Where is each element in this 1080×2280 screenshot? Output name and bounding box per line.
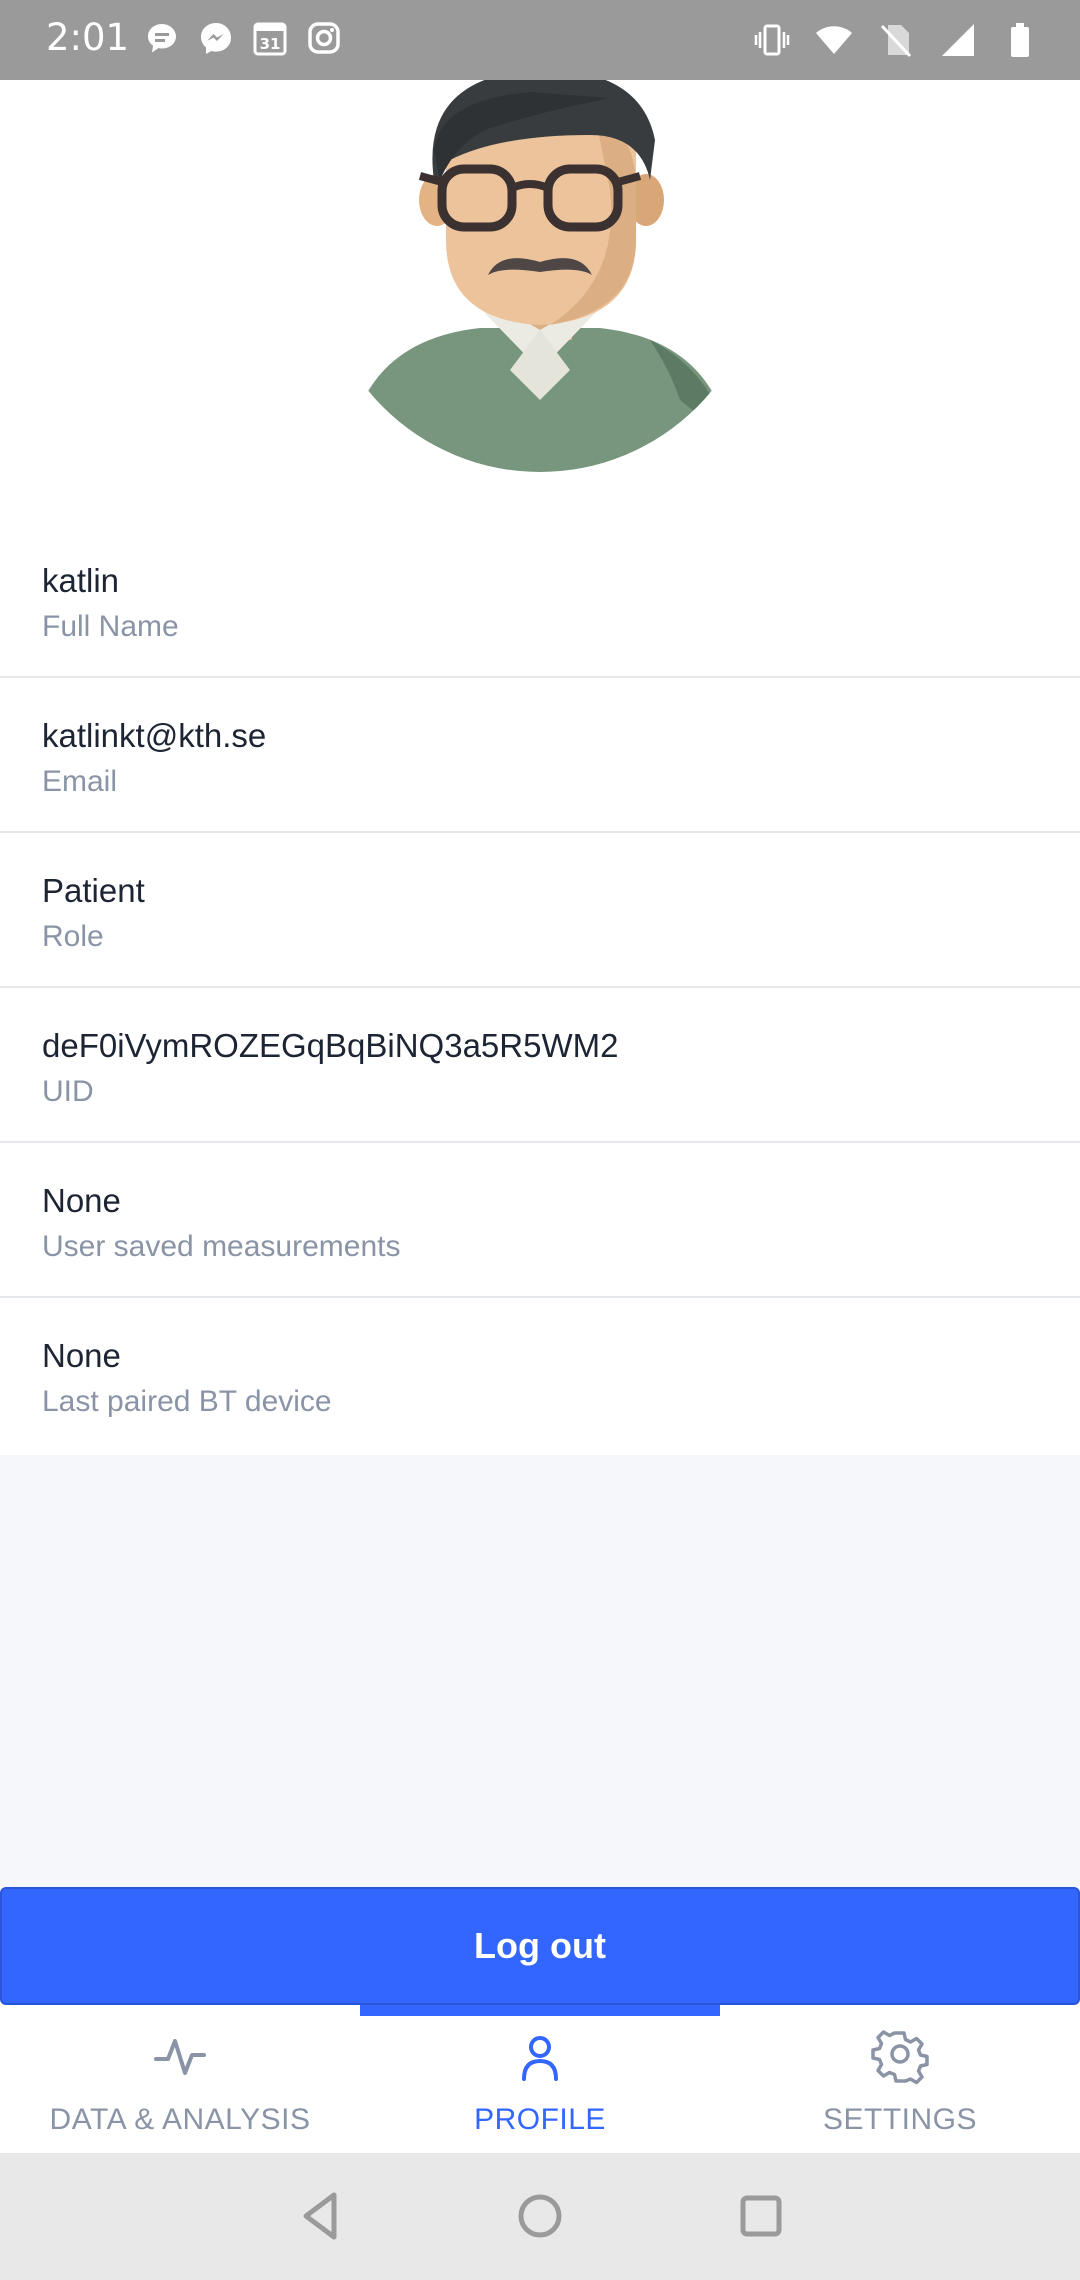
android-navigation-bar bbox=[0, 2153, 1080, 2280]
role-label: Role bbox=[42, 920, 104, 953]
calendar-day: 31 bbox=[260, 35, 281, 53]
logout-button[interactable]: Log out bbox=[0, 1887, 1080, 2005]
profile-avatar bbox=[350, 40, 730, 480]
activity-icon bbox=[154, 2039, 206, 2075]
battery-icon bbox=[1011, 23, 1029, 57]
messenger-icon bbox=[201, 23, 231, 54]
active-tab-indicator bbox=[360, 2005, 720, 2016]
saved-measurements-label: User saved measurements bbox=[42, 1230, 401, 1263]
home-icon[interactable] bbox=[507, 2183, 573, 2249]
full-name-value: katlin bbox=[42, 562, 120, 599]
full-name-label: Full Name bbox=[42, 610, 179, 643]
saved-measurements-value: None bbox=[42, 1182, 121, 1219]
bottom-navigation: DATA & ANALYSIS PROFILE SETTINGS bbox=[0, 2005, 1080, 2153]
email-label: Email bbox=[42, 765, 118, 798]
tab-data-analysis-label: DATA & ANALYSIS bbox=[49, 2103, 311, 2136]
profile-row-email: katlinkt@kth.se Email bbox=[0, 678, 1080, 833]
tab-data-analysis[interactable]: DATA & ANALYSIS bbox=[0, 2005, 360, 2153]
recents-icon[interactable] bbox=[728, 2183, 794, 2249]
gear-icon bbox=[871, 2030, 929, 2085]
tab-profile-label: PROFILE bbox=[474, 2103, 606, 2136]
bt-device-value: None bbox=[42, 1337, 121, 1374]
system-icons bbox=[752, 20, 1040, 60]
profile-details-list: katlin Full Name katlinkt@kth.se Email P… bbox=[0, 523, 1080, 1453]
profile-row-full-name: katlin Full Name bbox=[0, 523, 1080, 678]
tab-settings-label: SETTINGS bbox=[822, 2103, 977, 2136]
status-time: 2:01 bbox=[46, 16, 130, 59]
status-bar: 2:01 31 bbox=[0, 0, 1080, 80]
content-background bbox=[0, 1455, 1080, 1887]
wifi-icon bbox=[816, 26, 852, 54]
uid-value: deF0iVymROZEGqBqBiNQ3a5R5WM2 bbox=[42, 1027, 619, 1064]
user-icon bbox=[522, 2036, 558, 2081]
notification-icons: 31 bbox=[142, 18, 344, 58]
back-icon[interactable] bbox=[288, 2183, 354, 2249]
profile-row-uid: deF0iVymROZEGqBqBiNQ3a5R5WM2 UID bbox=[0, 988, 1080, 1143]
chat-bubble-icon bbox=[148, 24, 176, 53]
uid-label: UID bbox=[42, 1075, 94, 1108]
vibrate-icon bbox=[754, 24, 790, 56]
avatar-illustration bbox=[350, 69, 730, 472]
profile-row-role: Patient Role bbox=[0, 833, 1080, 988]
no-sim-icon bbox=[880, 24, 912, 58]
tab-profile[interactable]: PROFILE bbox=[360, 2005, 720, 2153]
calendar-icon: 31 bbox=[253, 22, 287, 56]
tab-settings[interactable]: SETTINGS bbox=[720, 2005, 1080, 2153]
bt-device-label: Last paired BT device bbox=[42, 1385, 332, 1418]
email-value: katlinkt@kth.se bbox=[42, 717, 267, 754]
signal-icon bbox=[942, 24, 974, 56]
instagram-icon bbox=[308, 22, 340, 54]
profile-row-saved-measurements: None User saved measurements bbox=[0, 1143, 1080, 1298]
role-value: Patient bbox=[42, 872, 145, 909]
profile-row-bt-device: None Last paired BT device bbox=[0, 1298, 1080, 1453]
